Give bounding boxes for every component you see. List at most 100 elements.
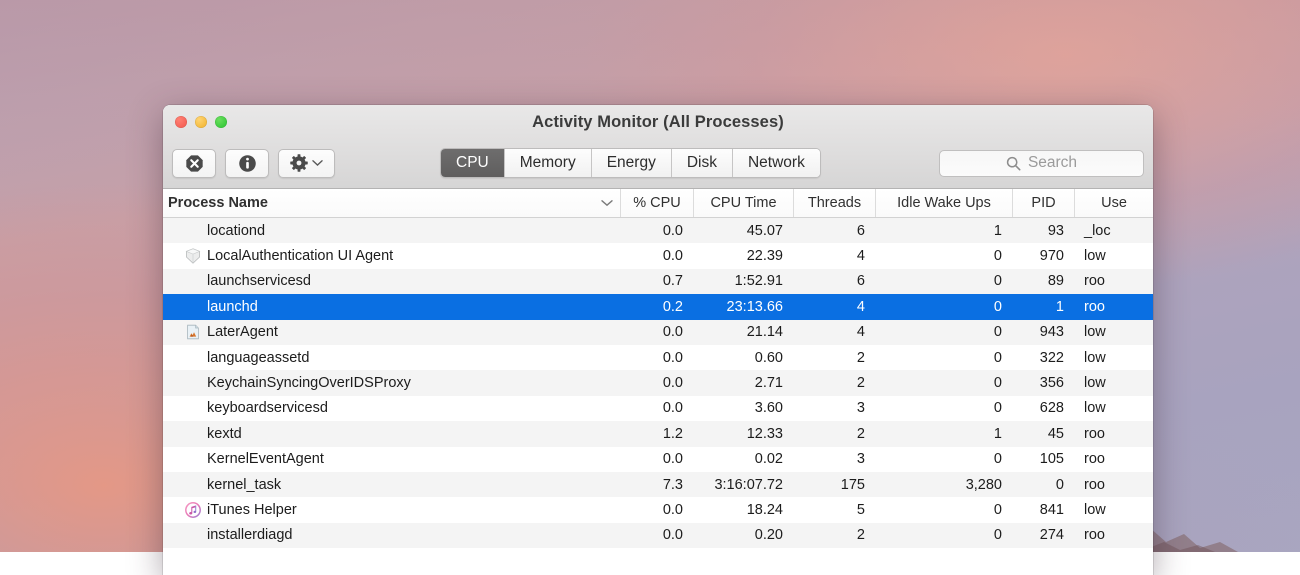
cell-pid: 628	[1039, 400, 1064, 417]
cell-user: roo	[1084, 273, 1105, 290]
table-row[interactable]: LocalAuthentication UI Agent 0.0 22.39 4 0 97…	[163, 243, 1153, 269]
cell-pid: 93	[1047, 222, 1064, 239]
itunes-icon	[185, 502, 201, 518]
cell-process-name: iTunes Helper	[163, 502, 621, 518]
cell-user: low	[1084, 501, 1106, 518]
cell-idle-wake-ups: 1	[993, 222, 1002, 239]
process-name-label: languageassetd	[207, 349, 310, 366]
column-header-label: Process Name	[168, 195, 268, 211]
process-name-label: KeychainSyncingOverIDSProxy	[207, 375, 411, 392]
tab-network[interactable]: Network	[732, 149, 820, 177]
cell-process-name: launchd	[163, 299, 621, 315]
cell-threads: 2	[856, 349, 865, 366]
cell-pid: 105	[1039, 451, 1064, 468]
cell-pid: 841	[1039, 501, 1064, 518]
table-row[interactable]: KeychainSyncingOverIDSProxy 0.0 2.71 2 0 356 l…	[163, 370, 1153, 396]
table-row[interactable]: installerdiagd 0.0 0.20 2 0 274 roo	[163, 522, 1153, 549]
tab-disk[interactable]: Disk	[671, 149, 733, 177]
cell-user: roo	[1084, 298, 1105, 315]
search-input[interactable]: Search	[939, 149, 1144, 177]
table-row[interactable]: iTunes Helper 0.0 18.24 5 0 841 low	[163, 497, 1153, 523]
minimize-button[interactable]	[195, 116, 207, 128]
cell-pid: 943	[1039, 324, 1064, 341]
search-placeholder: Search	[1027, 154, 1078, 171]
process-name-label: locationd	[207, 222, 266, 239]
cell-user: roo	[1084, 476, 1105, 493]
cell-threads: 2	[856, 527, 865, 544]
tab-cpu[interactable]: CPU	[441, 149, 505, 177]
zoom-button[interactable]	[215, 116, 227, 128]
cell-threads: 2	[856, 425, 865, 442]
column-header-threads[interactable]: Threads	[794, 189, 876, 217]
cell-cputime: 2.71	[754, 375, 783, 392]
table-row[interactable]: locationd 0.0 45.07 6 1 93 _loc	[163, 218, 1153, 244]
process-name-label: LocalAuthentication UI Agent	[207, 248, 394, 265]
activity-monitor-window: Activity Monitor (All Processes) CPU Mem…	[163, 105, 1153, 575]
column-header-cpu[interactable]: % CPU	[621, 189, 694, 217]
cell-pid: 322	[1039, 349, 1064, 366]
cell-user: low	[1084, 375, 1106, 392]
traffic-light-group	[175, 116, 227, 128]
cell-cputime: 45.07	[746, 222, 783, 239]
cell-cputime: 18.24	[746, 501, 783, 518]
cell-cputime: 21.14	[746, 324, 783, 341]
table-row[interactable]: kernel_task 7.3 3:16:07.72 175 3,280 0 roo	[163, 471, 1153, 498]
cell-cpu: 0.0	[662, 324, 683, 341]
process-name-label: KernelEventAgent	[207, 451, 324, 468]
cell-threads: 4	[856, 324, 865, 341]
process-name-label: installerdiagd	[207, 527, 293, 544]
cell-pid: 1	[1055, 298, 1064, 315]
window-title: Activity Monitor (All Processes)	[532, 113, 784, 131]
cell-idle-wake-ups: 0	[993, 501, 1002, 518]
column-header-pid[interactable]: PID	[1013, 189, 1075, 217]
table-row[interactable]: launchd 0.2 23:13.66 4 0 1 roo	[163, 294, 1153, 320]
table-row[interactable]: languageassetd 0.0 0.60 2 0 322 low	[163, 344, 1153, 371]
table-row[interactable]: launchservicesd 0.7 1:52.91 6 0 89 roo	[163, 268, 1153, 295]
cell-user: roo	[1084, 425, 1105, 442]
table-row[interactable]: LaterAgent 0.0 21.14 4 0 943 low	[163, 319, 1153, 345]
cell-idle-wake-ups: 1	[993, 425, 1002, 442]
close-button[interactable]	[175, 116, 187, 128]
cell-cpu: 0.0	[662, 222, 683, 239]
tab-memory[interactable]: Memory	[504, 149, 592, 177]
process-name-label: launchd	[207, 298, 258, 315]
cell-user: low	[1084, 324, 1106, 341]
column-header-cputime[interactable]: CPU Time	[694, 189, 794, 217]
cell-threads: 5	[856, 501, 865, 518]
cell-process-name: KeychainSyncingOverIDSProxy	[163, 375, 621, 391]
process-name-label: keyboardservicesd	[207, 400, 328, 417]
cell-process-name: launchservicesd	[163, 273, 621, 289]
cell-cputime: 22.39	[746, 248, 783, 265]
view-options-button[interactable]	[278, 148, 335, 178]
cell-idle-wake-ups: 0	[993, 248, 1002, 265]
cell-idle-wake-ups: 0	[993, 451, 1002, 468]
table-row[interactable]: kextd 1.2 12.33 2 1 45 roo	[163, 421, 1153, 447]
cell-idle-wake-ups: 0	[993, 375, 1002, 392]
cell-process-name: locationd	[163, 223, 621, 239]
cell-pid: 89	[1047, 273, 1064, 290]
cell-cpu: 7.3	[662, 476, 683, 493]
inspect-process-button[interactable]	[225, 148, 269, 178]
cell-threads: 6	[856, 222, 865, 239]
toolbar: CPU Memory Energy Disk Network Search	[163, 143, 1153, 183]
chevron-down-icon	[312, 160, 323, 166]
table-row[interactable]: keyboardservicesd 0.0 3.60 3 0 628 low	[163, 395, 1153, 422]
tab-energy[interactable]: Energy	[591, 149, 672, 177]
column-header-process-name[interactable]: Process Name	[163, 189, 621, 217]
cell-cputime: 1:52.91	[734, 273, 783, 290]
cell-cputime: 3.60	[754, 400, 783, 417]
process-name-label: launchservicesd	[207, 273, 311, 290]
cell-cpu: 0.2	[662, 298, 683, 315]
cell-process-name: kextd	[163, 426, 621, 442]
cell-idle-wake-ups: 0	[993, 298, 1002, 315]
table-row[interactable]: KernelEventAgent 0.0 0.02 3 0 105 roo	[163, 446, 1153, 472]
column-header-user[interactable]: Use	[1075, 189, 1153, 217]
column-header-idle-wake-ups[interactable]: Idle Wake Ups	[876, 189, 1013, 217]
view-tab-bar: CPU Memory Energy Disk Network	[440, 148, 821, 178]
cell-cpu: 0.0	[662, 375, 683, 392]
process-name-label: kextd	[207, 425, 242, 442]
cell-cpu: 0.0	[662, 248, 683, 265]
cell-pid: 45	[1047, 425, 1064, 442]
stop-process-button[interactable]	[172, 148, 216, 178]
cell-pid: 0	[1055, 476, 1064, 493]
